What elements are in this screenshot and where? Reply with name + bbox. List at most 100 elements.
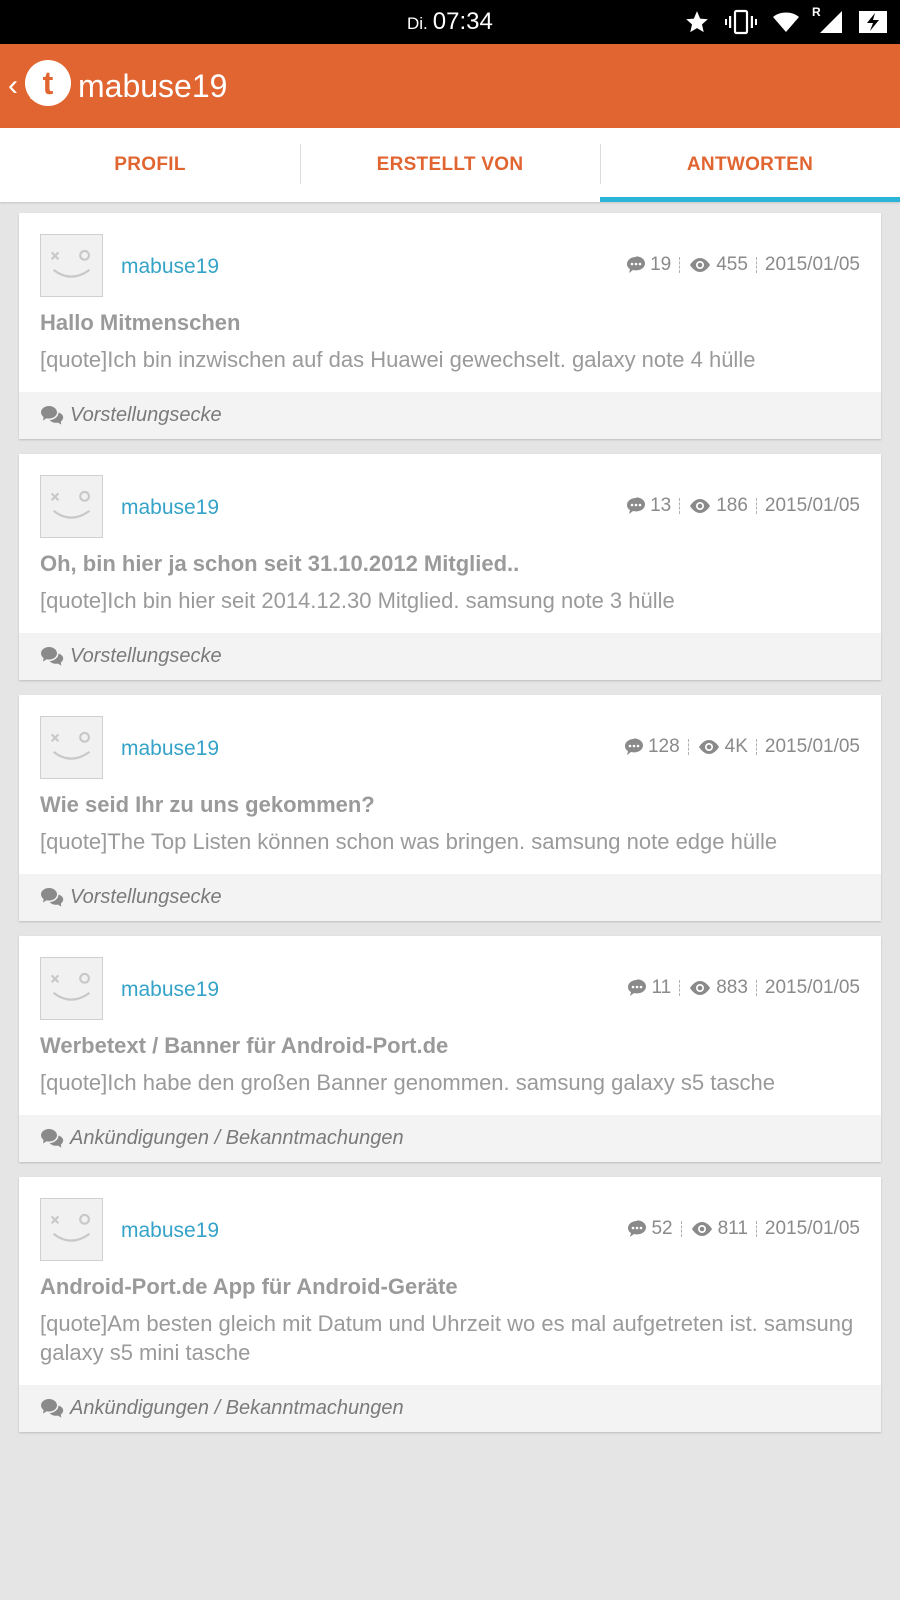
cell-signal-icon bbox=[820, 11, 842, 33]
post-card[interactable]: mabuse19 13 186 2015/01/05 Oh, bin hier … bbox=[19, 454, 881, 680]
stats-divider bbox=[755, 739, 757, 755]
reply-count: 52 bbox=[651, 1218, 673, 1239]
stats-divider bbox=[679, 257, 681, 273]
post-card[interactable]: mabuse19 19 455 2015/01/05 Hallo Mitmens… bbox=[19, 213, 881, 439]
forum-chat-icon bbox=[41, 646, 64, 666]
eye-icon bbox=[690, 258, 711, 272]
stats-divider bbox=[679, 980, 681, 996]
post-excerpt: [quote]The Top Listen können schon was b… bbox=[40, 829, 778, 854]
forum-name: Vorstellungsecke bbox=[70, 886, 222, 908]
post-title[interactable]: Wie seid Ihr zu uns gekommen? bbox=[19, 791, 881, 819]
reply-count: 11 bbox=[651, 977, 672, 998]
forum-name: Vorstellungsecke bbox=[70, 404, 222, 426]
post-forum[interactable]: Vorstellungsecke bbox=[19, 874, 881, 921]
post-list: mabuse19 19 455 2015/01/05 Hallo Mitmens… bbox=[19, 213, 881, 1447]
post-title[interactable]: Hallo Mitmenschen bbox=[19, 309, 881, 337]
avatar-placeholder-icon[interactable] bbox=[40, 716, 103, 779]
app-title: mabuse19 bbox=[78, 68, 228, 104]
view-count: 883 bbox=[716, 977, 748, 998]
tab-label: ERSTELLT VON bbox=[376, 154, 524, 175]
stats-divider bbox=[755, 1221, 757, 1237]
post-card[interactable]: mabuse19 128 4K 2015/01/05 Wie seid Ihr … bbox=[19, 695, 881, 921]
status-bar: Di. 07:34 R bbox=[0, 0, 900, 44]
status-day: Di. bbox=[407, 14, 428, 33]
post-username[interactable]: mabuse19 bbox=[121, 255, 219, 279]
tab-label: PROFIL bbox=[114, 154, 186, 175]
avatar-placeholder-icon[interactable] bbox=[40, 475, 103, 538]
eye-icon bbox=[690, 981, 711, 995]
post-title[interactable]: Oh, bin hier ja schon seit 31.10.2012 Mi… bbox=[19, 550, 881, 578]
post-excerpt: [quote]Am besten gleich mit Datum und Uh… bbox=[40, 1311, 854, 1365]
avatar-placeholder-icon[interactable] bbox=[40, 234, 103, 297]
comment-icon bbox=[627, 497, 646, 514]
vibrate-icon bbox=[725, 9, 757, 35]
post-header: mabuse19 128 4K 2015/01/05 bbox=[19, 695, 881, 783]
star-icon bbox=[686, 11, 708, 33]
reply-count: 13 bbox=[650, 495, 672, 516]
post-date: 2015/01/05 bbox=[764, 1218, 860, 1239]
post-header: mabuse19 52 811 2015/01/05 bbox=[19, 1177, 881, 1265]
eye-icon bbox=[691, 1222, 712, 1236]
stats-divider bbox=[755, 498, 757, 514]
view-count: 186 bbox=[716, 495, 748, 516]
post-stats: 11 883 2015/01/05 bbox=[627, 977, 860, 999]
stats-divider bbox=[755, 980, 757, 996]
post-forum[interactable]: Vorstellungsecke bbox=[19, 392, 881, 439]
post-header: mabuse19 19 455 2015/01/05 bbox=[19, 213, 881, 301]
post-stats: 128 4K 2015/01/05 bbox=[624, 736, 860, 758]
forum-name: Ankündigungen / Bekanntmachungen bbox=[70, 1127, 404, 1149]
post-title[interactable]: Android-Port.de App für Android-Geräte bbox=[19, 1273, 881, 1301]
avatar-placeholder-icon[interactable] bbox=[40, 957, 103, 1020]
tab-profil[interactable]: PROFIL bbox=[0, 128, 300, 202]
post-username[interactable]: mabuse19 bbox=[121, 496, 219, 520]
cell-signal-indicator: R bbox=[812, 5, 844, 35]
avatar-placeholder-icon[interactable] bbox=[40, 1198, 103, 1261]
svg-text:t: t bbox=[43, 65, 54, 101]
status-clock: Di. 07:34 bbox=[407, 8, 493, 36]
view-count: 455 bbox=[716, 254, 748, 275]
comment-icon bbox=[628, 1220, 647, 1237]
post-stats: 13 186 2015/01/05 bbox=[626, 495, 860, 517]
comment-icon bbox=[627, 256, 646, 273]
forum-name: Ankündigungen / Bekanntmachungen bbox=[70, 1397, 404, 1419]
tab-erstellt-von[interactable]: ERSTELLT VON bbox=[300, 128, 600, 202]
eye-icon bbox=[698, 740, 719, 754]
stats-divider bbox=[755, 257, 757, 273]
post-date: 2015/01/05 bbox=[764, 254, 860, 275]
status-icons: R bbox=[684, 5, 888, 36]
app-logo-icon[interactable]: t bbox=[24, 59, 72, 107]
wifi-icon bbox=[773, 12, 799, 32]
post-forum[interactable]: Ankündigungen / Bekanntmachungen bbox=[19, 1385, 881, 1432]
post-header: mabuse19 13 186 2015/01/05 bbox=[19, 454, 881, 542]
reply-count: 19 bbox=[650, 254, 672, 275]
post-date: 2015/01/05 bbox=[764, 977, 860, 998]
tab-antworten[interactable]: ANTWORTEN bbox=[600, 128, 900, 202]
forum-chat-icon bbox=[41, 1398, 64, 1418]
post-excerpt: [quote]Ich bin hier seit 2014.12.30 Mitg… bbox=[40, 588, 675, 613]
post-username[interactable]: mabuse19 bbox=[121, 737, 219, 761]
forum-chat-icon bbox=[41, 887, 64, 907]
post-forum[interactable]: Ankündigungen / Bekanntmachungen bbox=[19, 1115, 881, 1162]
post-card[interactable]: mabuse19 11 883 2015/01/05 Werbetext / B… bbox=[19, 936, 881, 1162]
post-forum[interactable]: Vorstellungsecke bbox=[19, 633, 881, 680]
stats-divider bbox=[679, 498, 681, 514]
status-time: 07:34 bbox=[432, 8, 493, 35]
forum-chat-icon bbox=[41, 1128, 64, 1148]
post-username[interactable]: mabuse19 bbox=[121, 978, 219, 1002]
reply-count: 128 bbox=[647, 736, 680, 757]
post-username[interactable]: mabuse19 bbox=[121, 1219, 219, 1243]
battery-charging-icon bbox=[859, 11, 887, 33]
post-excerpt: [quote]Ich habe den großen Banner genomm… bbox=[40, 1070, 776, 1095]
post-card[interactable]: mabuse19 52 811 2015/01/05 Android-Port.… bbox=[19, 1177, 881, 1432]
forum-name: Vorstellungsecke bbox=[70, 645, 222, 667]
forum-chat-icon bbox=[41, 405, 64, 425]
app-bar: ‹ t mabuse19 bbox=[0, 44, 900, 128]
tab-label: ANTWORTEN bbox=[686, 154, 814, 175]
stats-divider bbox=[687, 739, 689, 755]
comment-icon bbox=[624, 738, 643, 755]
view-count: 4K bbox=[724, 736, 748, 757]
post-header: mabuse19 11 883 2015/01/05 bbox=[19, 936, 881, 1024]
tab-bar: PROFIL ERSTELLT VON ANTWORTEN bbox=[0, 128, 900, 202]
back-chevron-icon[interactable]: ‹ bbox=[8, 66, 18, 106]
post-title[interactable]: Werbetext / Banner für Android-Port.de bbox=[19, 1032, 881, 1060]
